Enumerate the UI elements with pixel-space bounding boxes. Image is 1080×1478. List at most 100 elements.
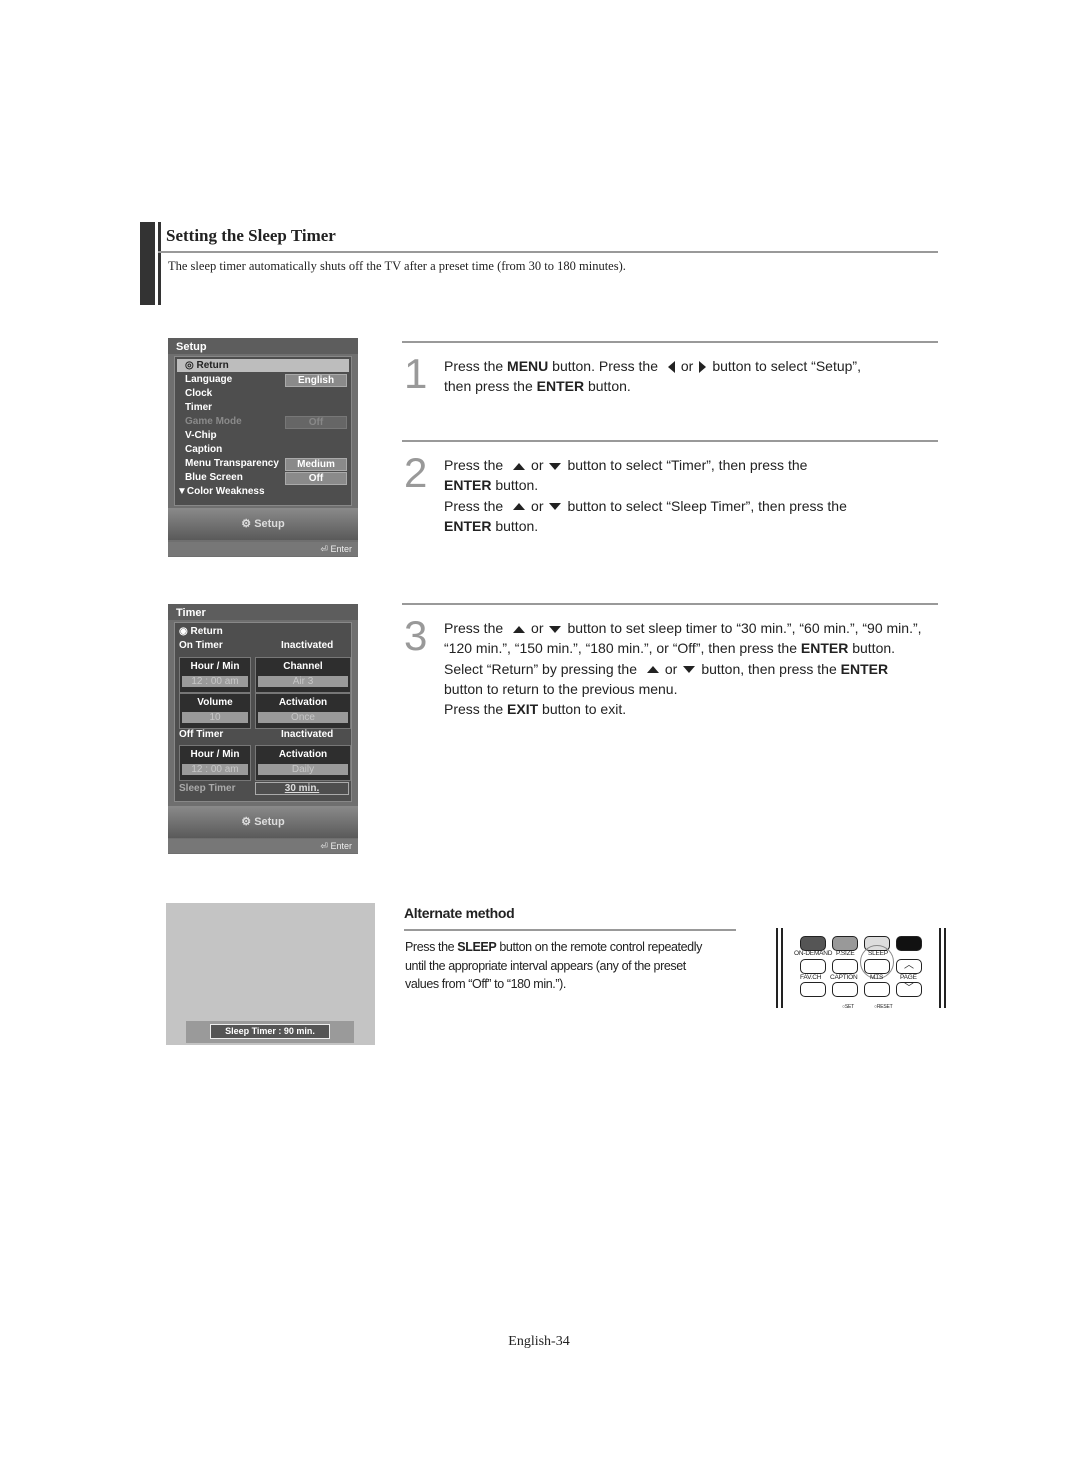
menu-item-game-mode: Game Mode Off <box>185 415 347 429</box>
menu-item-return[interactable]: ◉ Return <box>179 625 223 639</box>
green-button <box>832 936 858 951</box>
osd-footer: ⚙ Setup <box>168 508 358 540</box>
down-arrow-icon <box>549 625 562 633</box>
remote-control-illustration: ON-DEMAND P.SIZE SLEEP ︿ FAV.CH CAPTION … <box>776 928 946 1010</box>
menu-item-blue-screen[interactable]: Blue Screen Off <box>185 471 347 485</box>
label: Menu Transparency <box>185 458 279 469</box>
left-arrow-icon <box>667 361 675 374</box>
reset-label: ○RESET <box>874 1004 893 1010</box>
on-demand-button <box>800 959 826 974</box>
label: Activation <box>278 697 328 708</box>
on-timer-volume[interactable]: Volume 10 <box>179 693 251 729</box>
sleep-osd-bar: Sleep Timer : 90 min. <box>186 1021 354 1043</box>
alternate-divider <box>404 929 736 931</box>
enter-hint: ⏎ Enter <box>168 542 358 556</box>
mts-button <box>864 982 890 997</box>
menu-item-return[interactable]: ◎ Return <box>177 359 349 372</box>
on-timer-status[interactable]: Inactivated <box>281 639 333 653</box>
page-number: English-34 <box>508 1334 570 1349</box>
step-3-text: Press the or button to set sleep timer to… <box>444 620 922 718</box>
header-bar <box>140 222 158 305</box>
label: Language <box>185 374 233 385</box>
footer-label: Setup <box>254 518 285 530</box>
label: Volume <box>197 697 233 708</box>
value: Off <box>285 472 347 485</box>
label: Return <box>196 360 229 371</box>
off-timer-hour-min[interactable]: Hour / Min 12 : 00 am <box>179 745 251 781</box>
step-number: 2 <box>404 449 428 496</box>
up-arrow-icon <box>513 462 526 470</box>
menu-item-language[interactable]: Language English <box>185 373 347 387</box>
label: Hour / Min <box>190 661 240 672</box>
up-arrow-icon <box>646 666 659 674</box>
alternate-text: Press the SLEEP button on the remote con… <box>405 940 702 991</box>
value: English <box>285 374 347 387</box>
gear-icon: ⚙ <box>241 518 252 530</box>
sleep-timer-value[interactable]: 30 min. <box>255 782 349 795</box>
value: Once <box>258 712 348 723</box>
on-timer-channel[interactable]: Channel Air 3 <box>255 657 351 693</box>
enter-icon: ⏎ <box>320 841 328 851</box>
enter-icon: ⏎ <box>320 544 328 554</box>
gear-icon: ⚙ <box>241 816 252 828</box>
up-arrow-icon <box>513 625 526 633</box>
timer-menu-osd: Timer ◉ Return On Timer Inactivated Hour… <box>168 604 358 854</box>
page-label: PAGE <box>900 974 917 981</box>
step-2-text: Press the or button to select “Timer”, th… <box>444 457 847 534</box>
enter-label: Enter <box>330 544 352 554</box>
value: Air 3 <box>258 676 348 687</box>
down-arrow-icon <box>549 503 562 511</box>
red-button <box>800 936 826 951</box>
favch-label: FAV.CH <box>800 974 822 981</box>
value: 12 : 00 am <box>182 676 248 687</box>
description: The sleep timer automatically shuts off … <box>168 259 626 273</box>
menu-item-color-weakness[interactable]: ▼Color Weakness <box>177 485 265 499</box>
page-title: Setting the Sleep Timer <box>166 226 336 245</box>
page-down-button: ﹀ <box>896 982 922 997</box>
step-number: 1 <box>404 350 428 397</box>
osd-footer: ⚙ Setup <box>168 806 358 838</box>
set-label: ○SET <box>842 1004 854 1010</box>
step-divider <box>402 603 938 605</box>
value: Daily <box>258 764 348 775</box>
step-divider <box>402 440 938 442</box>
enter-hint: ⏎ Enter <box>168 839 358 853</box>
off-timer-status[interactable]: Inactivated <box>281 728 333 742</box>
osd-title: Setup <box>168 338 358 354</box>
alternate-method-title: Alternate method <box>404 905 515 921</box>
menu-item-menu-transparency[interactable]: Menu Transparency Medium <box>185 457 347 471</box>
off-timer-activation[interactable]: Activation Daily <box>255 745 351 781</box>
on-timer-hour-min[interactable]: Hour / Min 12 : 00 am <box>179 657 251 693</box>
step-1-text: Press the MENU button. Press the or butto… <box>444 358 861 395</box>
page-up-button: ︿ <box>896 959 922 974</box>
value: Medium <box>285 458 347 471</box>
enter-label: Enter <box>330 841 352 851</box>
mts-label: MTS <box>870 974 884 981</box>
menu-item-clock[interactable]: Clock <box>185 387 212 401</box>
caption-button <box>832 982 858 997</box>
psize-button <box>832 959 858 974</box>
up-arrow-icon <box>513 503 526 511</box>
menu-item-vchip[interactable]: V-Chip <box>185 429 217 443</box>
step-divider <box>402 341 938 343</box>
label: Activation <box>278 749 328 760</box>
label: Blue Screen <box>185 472 243 483</box>
title-divider <box>158 251 938 253</box>
menu-item-caption[interactable]: Caption <box>185 443 222 457</box>
label: Return <box>190 626 223 637</box>
step-number: 3 <box>404 612 428 659</box>
menu-item-timer[interactable]: Timer <box>185 401 212 415</box>
psize-label: P.SIZE <box>836 950 855 957</box>
label: Channel <box>283 661 323 672</box>
on-timer-activation[interactable]: Activation Once <box>255 693 351 729</box>
value: 10 <box>182 712 248 723</box>
down-arrow-icon <box>549 462 562 470</box>
value: Off <box>285 416 347 429</box>
sleep-timer-banner: Sleep Timer : 90 min. <box>210 1024 330 1039</box>
sleep-osd-screen: Sleep Timer : 90 min. <box>166 903 375 1045</box>
on-timer-label: On Timer <box>179 640 223 651</box>
label: Game Mode <box>185 416 242 427</box>
right-arrow-icon <box>699 361 707 374</box>
down-arrow-icon <box>683 666 696 674</box>
osd-title: Timer <box>168 604 358 620</box>
